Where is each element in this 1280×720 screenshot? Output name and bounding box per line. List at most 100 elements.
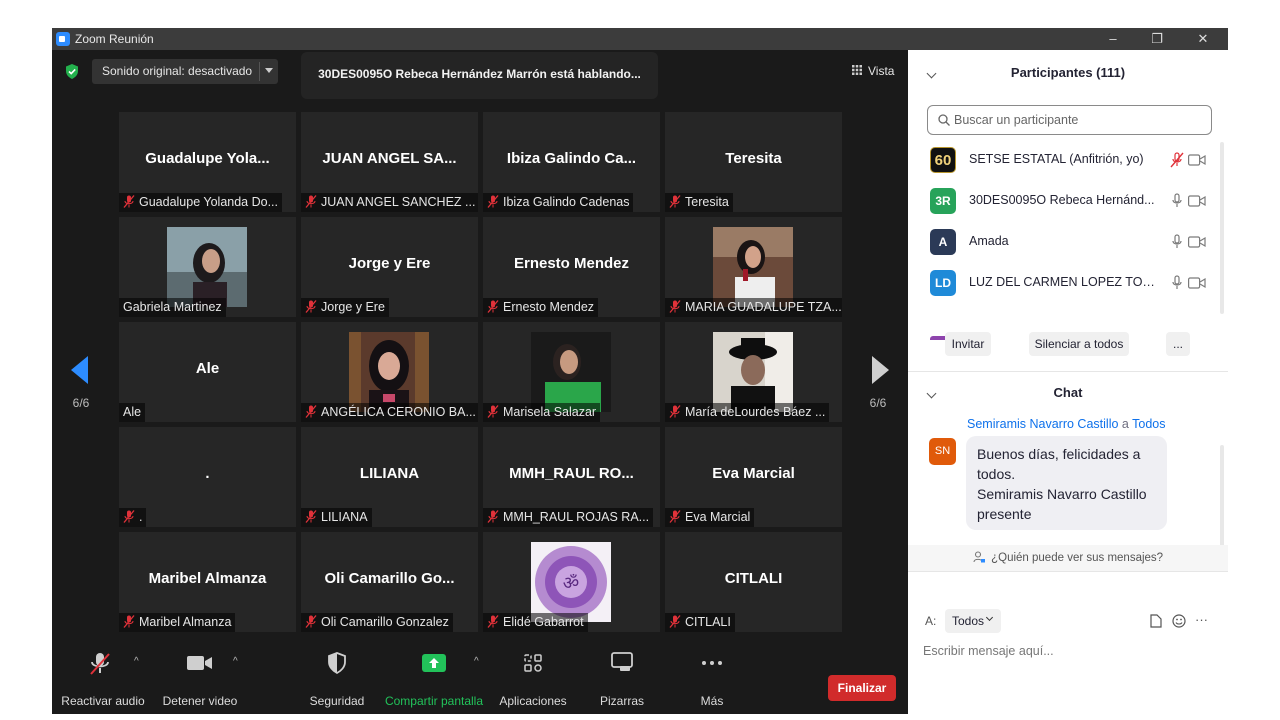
participant-tile[interactable]: Ibiza Galindo Ca... Ibiza Galindo Cadenas [483, 112, 660, 212]
participant-name: Ibiza Galindo Cadenas [503, 195, 630, 209]
mic-muted-icon[interactable] [1170, 152, 1184, 168]
participant-display-name: Maribel Almanza [148, 570, 267, 587]
mic-muted-icon [669, 300, 681, 313]
participant-name: MARIA GUADALUPE TZA... [685, 300, 842, 314]
avatar: A [930, 229, 956, 255]
chat-header[interactable]: Chat [908, 385, 1228, 407]
microphone-icon[interactable] [1170, 193, 1184, 209]
participant-tile[interactable]: CITLALI CITLALI [665, 532, 842, 632]
stop-video-button[interactable]: ^ Detener video [156, 634, 244, 714]
collapse-chevron-icon[interactable] [926, 388, 937, 399]
who-can-see-link[interactable]: ¿Quién puede ver sus mensajes? [908, 545, 1228, 571]
participant-name: JUAN ANGEL SANCHEZ ... [321, 195, 476, 209]
previous-page-arrow-icon[interactable] [71, 356, 88, 384]
participants-scrollbar[interactable] [1220, 142, 1224, 314]
participant-tile[interactable]: Eva Marcial Eva Marcial [665, 427, 842, 527]
file-icon[interactable] [1150, 614, 1162, 628]
chat-message-input[interactable] [923, 640, 1213, 662]
participant-row[interactable]: 60 SETSE ESTATAL (Anfitrión, yo) [930, 144, 1212, 176]
video-camera-icon[interactable] [1188, 236, 1206, 248]
participant-name-tag: Gabriela Martinez [119, 298, 226, 317]
restore-button[interactable]: ❐ [1137, 29, 1177, 49]
video-options-caret-icon[interactable]: ^ [233, 656, 238, 667]
participant-name: Marisela Salazar [503, 405, 597, 419]
mute-all-button[interactable]: Silenciar a todos [1029, 332, 1129, 356]
participant-tile[interactable]: María deLourdes Báez ... [665, 322, 842, 422]
minimize-button[interactable]: – [1093, 29, 1133, 49]
chat-message-line: Buenos días, felicidades a [977, 446, 1141, 462]
participant-search-input[interactable] [954, 111, 1204, 129]
participant-name-tag: Ibiza Galindo Cadenas [483, 193, 634, 212]
participant-name-tag: MARIA GUADALUPE TZA... [665, 298, 842, 317]
participants-more-button[interactable]: ... [1166, 332, 1190, 356]
participant-tile[interactable]: Jorge y Ere Jorge y Ere [301, 217, 478, 317]
security-button[interactable]: Seguridad [302, 634, 372, 714]
participant-tile[interactable]: Maribel Almanza Maribel Almanza [119, 532, 296, 632]
unmute-audio-button[interactable]: ^ Reactivar audio [60, 634, 146, 714]
participant-tile[interactable]: Ale Ale [119, 322, 296, 422]
collapse-chevron-icon[interactable] [926, 68, 937, 79]
mic-muted-icon [669, 615, 681, 628]
participant-name: CITLALI [685, 615, 731, 629]
caret-down-icon[interactable] [265, 68, 273, 73]
original-sound-dropdown[interactable]: Sonido original: desactivado [92, 59, 278, 84]
video-camera-icon[interactable] [1188, 277, 1206, 289]
participant-name: Jorge y Ere [321, 300, 385, 314]
share-screen-button[interactable]: ^ Compartir pantalla [384, 634, 484, 714]
chat-message-bubble[interactable]: Buenos días, felicidades a todos. Semira… [966, 436, 1167, 530]
original-sound-label: Sonido original: desactivado [102, 64, 253, 78]
participant-row[interactable]: 3R 30DES0095O Rebeca Hernánd... [930, 185, 1212, 217]
view-button[interactable]: Vista [844, 60, 900, 82]
more-label: Más [700, 694, 724, 708]
participant-display-name: Oli Camarillo Go... [324, 570, 455, 587]
video-camera-icon[interactable] [1188, 154, 1206, 166]
apps-button[interactable]: Aplicaciones [496, 634, 570, 714]
mic-muted-icon [305, 300, 317, 313]
participant-tile[interactable]: LILIANA LILIANA [301, 427, 478, 527]
participant-tile[interactable]: MARIA GUADALUPE TZA... [665, 217, 842, 317]
mic-muted-icon [305, 195, 317, 208]
participant-tile[interactable]: Marisela Salazar [483, 322, 660, 422]
security-shield-icon [328, 652, 346, 674]
participant-tile[interactable]: Gabriela Martinez [119, 217, 296, 317]
participant-tile[interactable]: MMH_RAUL RO... MMH_RAUL ROJAS RA... [483, 427, 660, 527]
emoji-icon[interactable] [1172, 614, 1186, 628]
end-meeting-button[interactable]: Finalizar [828, 675, 896, 701]
share-options-caret-icon[interactable]: ^ [474, 656, 479, 667]
chat-sender-avatar: SN [929, 438, 956, 465]
invite-button[interactable]: Invitar [945, 332, 991, 356]
encryption-shield-icon[interactable] [65, 64, 79, 79]
section-divider [908, 371, 1228, 372]
microphone-icon[interactable] [1170, 234, 1184, 250]
participant-row[interactable]: LD LUZ DEL CARMEN LOPEZ TOBIAS [930, 267, 1212, 299]
window-title: Zoom Reunión [75, 32, 154, 46]
participant-display-name: Guadalupe Yola... [145, 150, 270, 167]
chat-more-button[interactable]: ··· [1195, 612, 1208, 627]
participant-tile[interactable]: Ernesto Mendez Ernesto Mendez [483, 217, 660, 317]
participant-tile[interactable]: ANGÉLICA CERONIO BA... [301, 322, 478, 422]
security-label: Seguridad [309, 694, 365, 708]
microphone-icon[interactable] [1170, 275, 1184, 291]
apps-label: Aplicaciones [499, 694, 567, 708]
whiteboards-button[interactable]: Pizarras [590, 634, 654, 714]
participant-row[interactable]: A Amada [930, 226, 1212, 258]
participants-header[interactable]: Participantes (111) [908, 65, 1228, 87]
mic-muted-icon [669, 195, 681, 208]
more-button[interactable]: Más [682, 634, 742, 714]
who-can-see-label: ¿Quién puede ver sus mensajes? [991, 552, 1164, 564]
participant-search-box[interactable] [927, 105, 1212, 135]
participant-tile[interactable]: ॐ Elidé Gabarrot [483, 532, 660, 632]
whiteboards-label: Pizarras [599, 694, 644, 708]
participant-tile[interactable]: .. [119, 427, 296, 527]
section-divider [908, 571, 1228, 572]
recipient-dropdown[interactable]: Todos [945, 609, 1001, 633]
participant-tile[interactable]: Teresita Teresita [665, 112, 842, 212]
video-camera-icon[interactable] [1188, 195, 1206, 207]
participant-tile[interactable]: JUAN ANGEL SA... JUAN ANGEL SANCHEZ ... [301, 112, 478, 212]
participant-tile[interactable]: Oli Camarillo Go... Oli Camarillo Gonzale… [301, 532, 478, 632]
participant-tile[interactable]: Guadalupe Yola... Guadalupe Yolanda Do... [119, 112, 296, 212]
chat-sender-name[interactable]: Semiramis Navarro Castillo [967, 417, 1118, 431]
audio-options-caret-icon[interactable]: ^ [134, 656, 139, 667]
close-button[interactable]: ✕ [1183, 29, 1223, 49]
next-page-arrow-icon[interactable] [872, 356, 889, 384]
